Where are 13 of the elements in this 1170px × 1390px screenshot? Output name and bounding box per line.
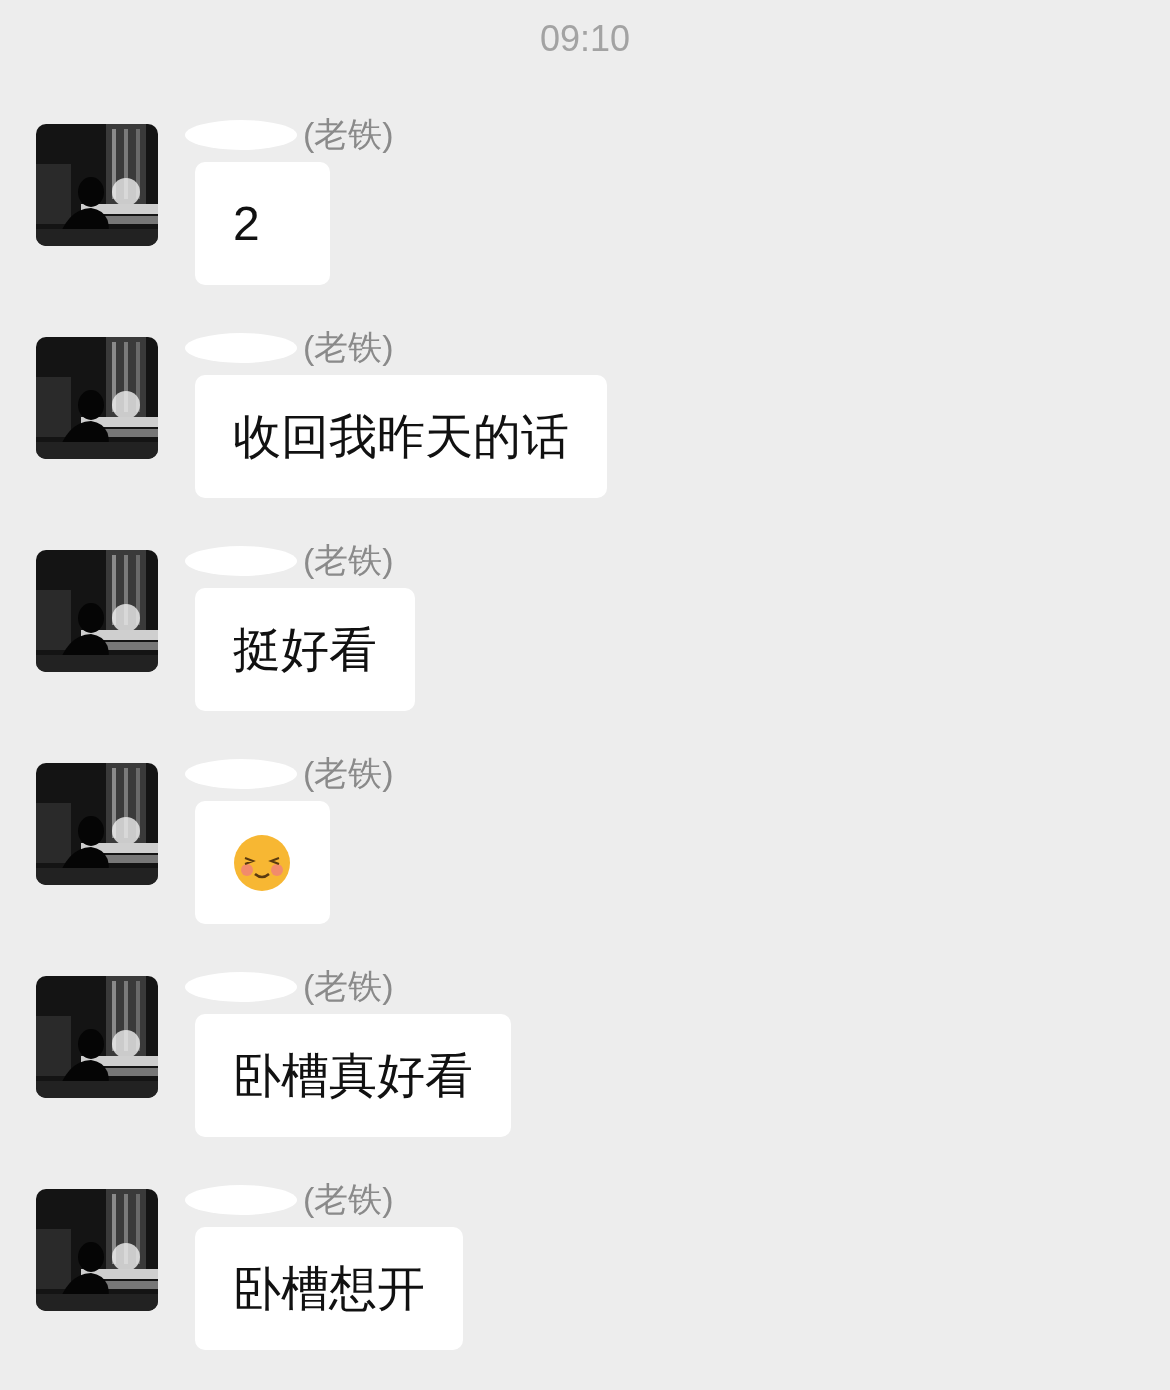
message-bubble: 卧槽想开 (195, 1227, 463, 1350)
sender-name: (老铁) (303, 966, 394, 1007)
sender-name: (老铁) (303, 1179, 394, 1220)
sender-name: (老铁) (303, 114, 394, 155)
message-bubble: 2 (195, 162, 330, 285)
timestamp: 09:10 (539, 18, 631, 59)
message-bubble: 卧槽真好看 (195, 1014, 511, 1137)
sender-name: (老铁) (303, 753, 394, 794)
message-bubble: 收回我昨天的话 (195, 375, 607, 498)
sender-name: (老铁) (303, 327, 394, 368)
smiley-emoji-icon (233, 833, 291, 892)
message-bubble: 挺好看 (195, 588, 415, 711)
sender-name: (老铁) (303, 540, 394, 581)
